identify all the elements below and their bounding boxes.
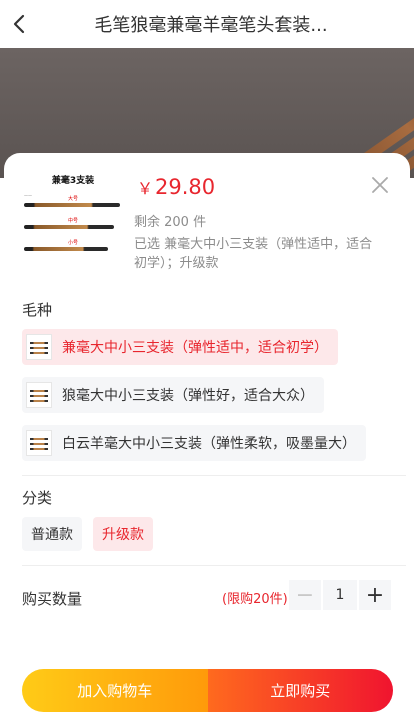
sku-selector-sheet: 兼毫3支装 —— 大号 中号 小号 ￥29.80 剩余 200 件 已选 兼毫大… [4, 153, 410, 721]
stock-count: 剩余 200 件 [134, 215, 207, 230]
action-bar: 加入购物车 立即购买 [22, 669, 393, 712]
purchase-limit: (限购20件) [222, 592, 288, 607]
add-to-cart-button[interactable]: 加入购物车 [22, 669, 208, 712]
brush-small-image [24, 247, 108, 251]
option-label: 狼毫大中小三支装（弹性好，适合大众） [62, 388, 314, 404]
increase-button[interactable]: + [359, 580, 391, 610]
spec-option-langhao[interactable]: 狼毫大中小三支装（弹性好，适合大众） [22, 377, 324, 413]
buy-now-button[interactable]: 立即购买 [207, 669, 393, 712]
category-option-upgrade[interactable]: 升级款 [93, 517, 153, 551]
quantity-input[interactable]: 1 [323, 580, 357, 610]
price: ￥29.80 [137, 175, 215, 199]
thumbnail-label: 大号 [68, 196, 79, 202]
page-title: 毛笔狼毫兼毫羊毫笔头套装... [94, 15, 328, 36]
chevron-left-icon[interactable] [8, 12, 32, 36]
option-label: 白云羊毫大中小三支装（弹性柔软，吸墨量大） [62, 436, 356, 452]
option-thumbnail [26, 334, 52, 360]
brush-large-image [24, 203, 120, 207]
currency-symbol: ￥ [137, 179, 154, 198]
option-thumbnail [26, 430, 52, 456]
thumbnail-title: 兼毫3支装 [51, 176, 95, 186]
quantity-stepper: − 1 + [289, 580, 391, 610]
category-option-normal[interactable]: 普通款 [22, 517, 82, 551]
top-bar: 毛笔狼毫兼毫羊毫笔头套装... [0, 0, 414, 48]
thumbnail-label: 小号 [68, 240, 79, 246]
option-thumbnail [26, 382, 52, 408]
category-section-label: 分类 [22, 489, 53, 507]
section-divider [22, 475, 406, 476]
section-divider [22, 565, 406, 566]
price-value: 29.80 [155, 175, 216, 199]
thumbnail-label: 中号 [68, 218, 79, 224]
option-label: 兼毫大中小三支装（弹性适中，适合初学） [62, 340, 328, 356]
product-thumbnail: 兼毫3支装 —— 大号 中号 小号 [18, 173, 128, 273]
close-icon[interactable] [368, 173, 392, 197]
quantity-label: 购买数量 [22, 590, 83, 608]
spec-option-jianhao[interactable]: 兼毫大中小三支装（弹性适中，适合初学） [22, 329, 338, 365]
selected-spec-summary: 已选 兼毫大中小三支装（弹性适中，适合初学）；升级款 [134, 237, 373, 271]
spec-section-label: 毛种 [22, 301, 53, 319]
brush-medium-image [24, 225, 114, 229]
decrease-button[interactable]: − [289, 580, 321, 610]
spec-option-yanghao[interactable]: 白云羊毫大中小三支装（弹性柔软，吸墨量大） [22, 425, 366, 461]
